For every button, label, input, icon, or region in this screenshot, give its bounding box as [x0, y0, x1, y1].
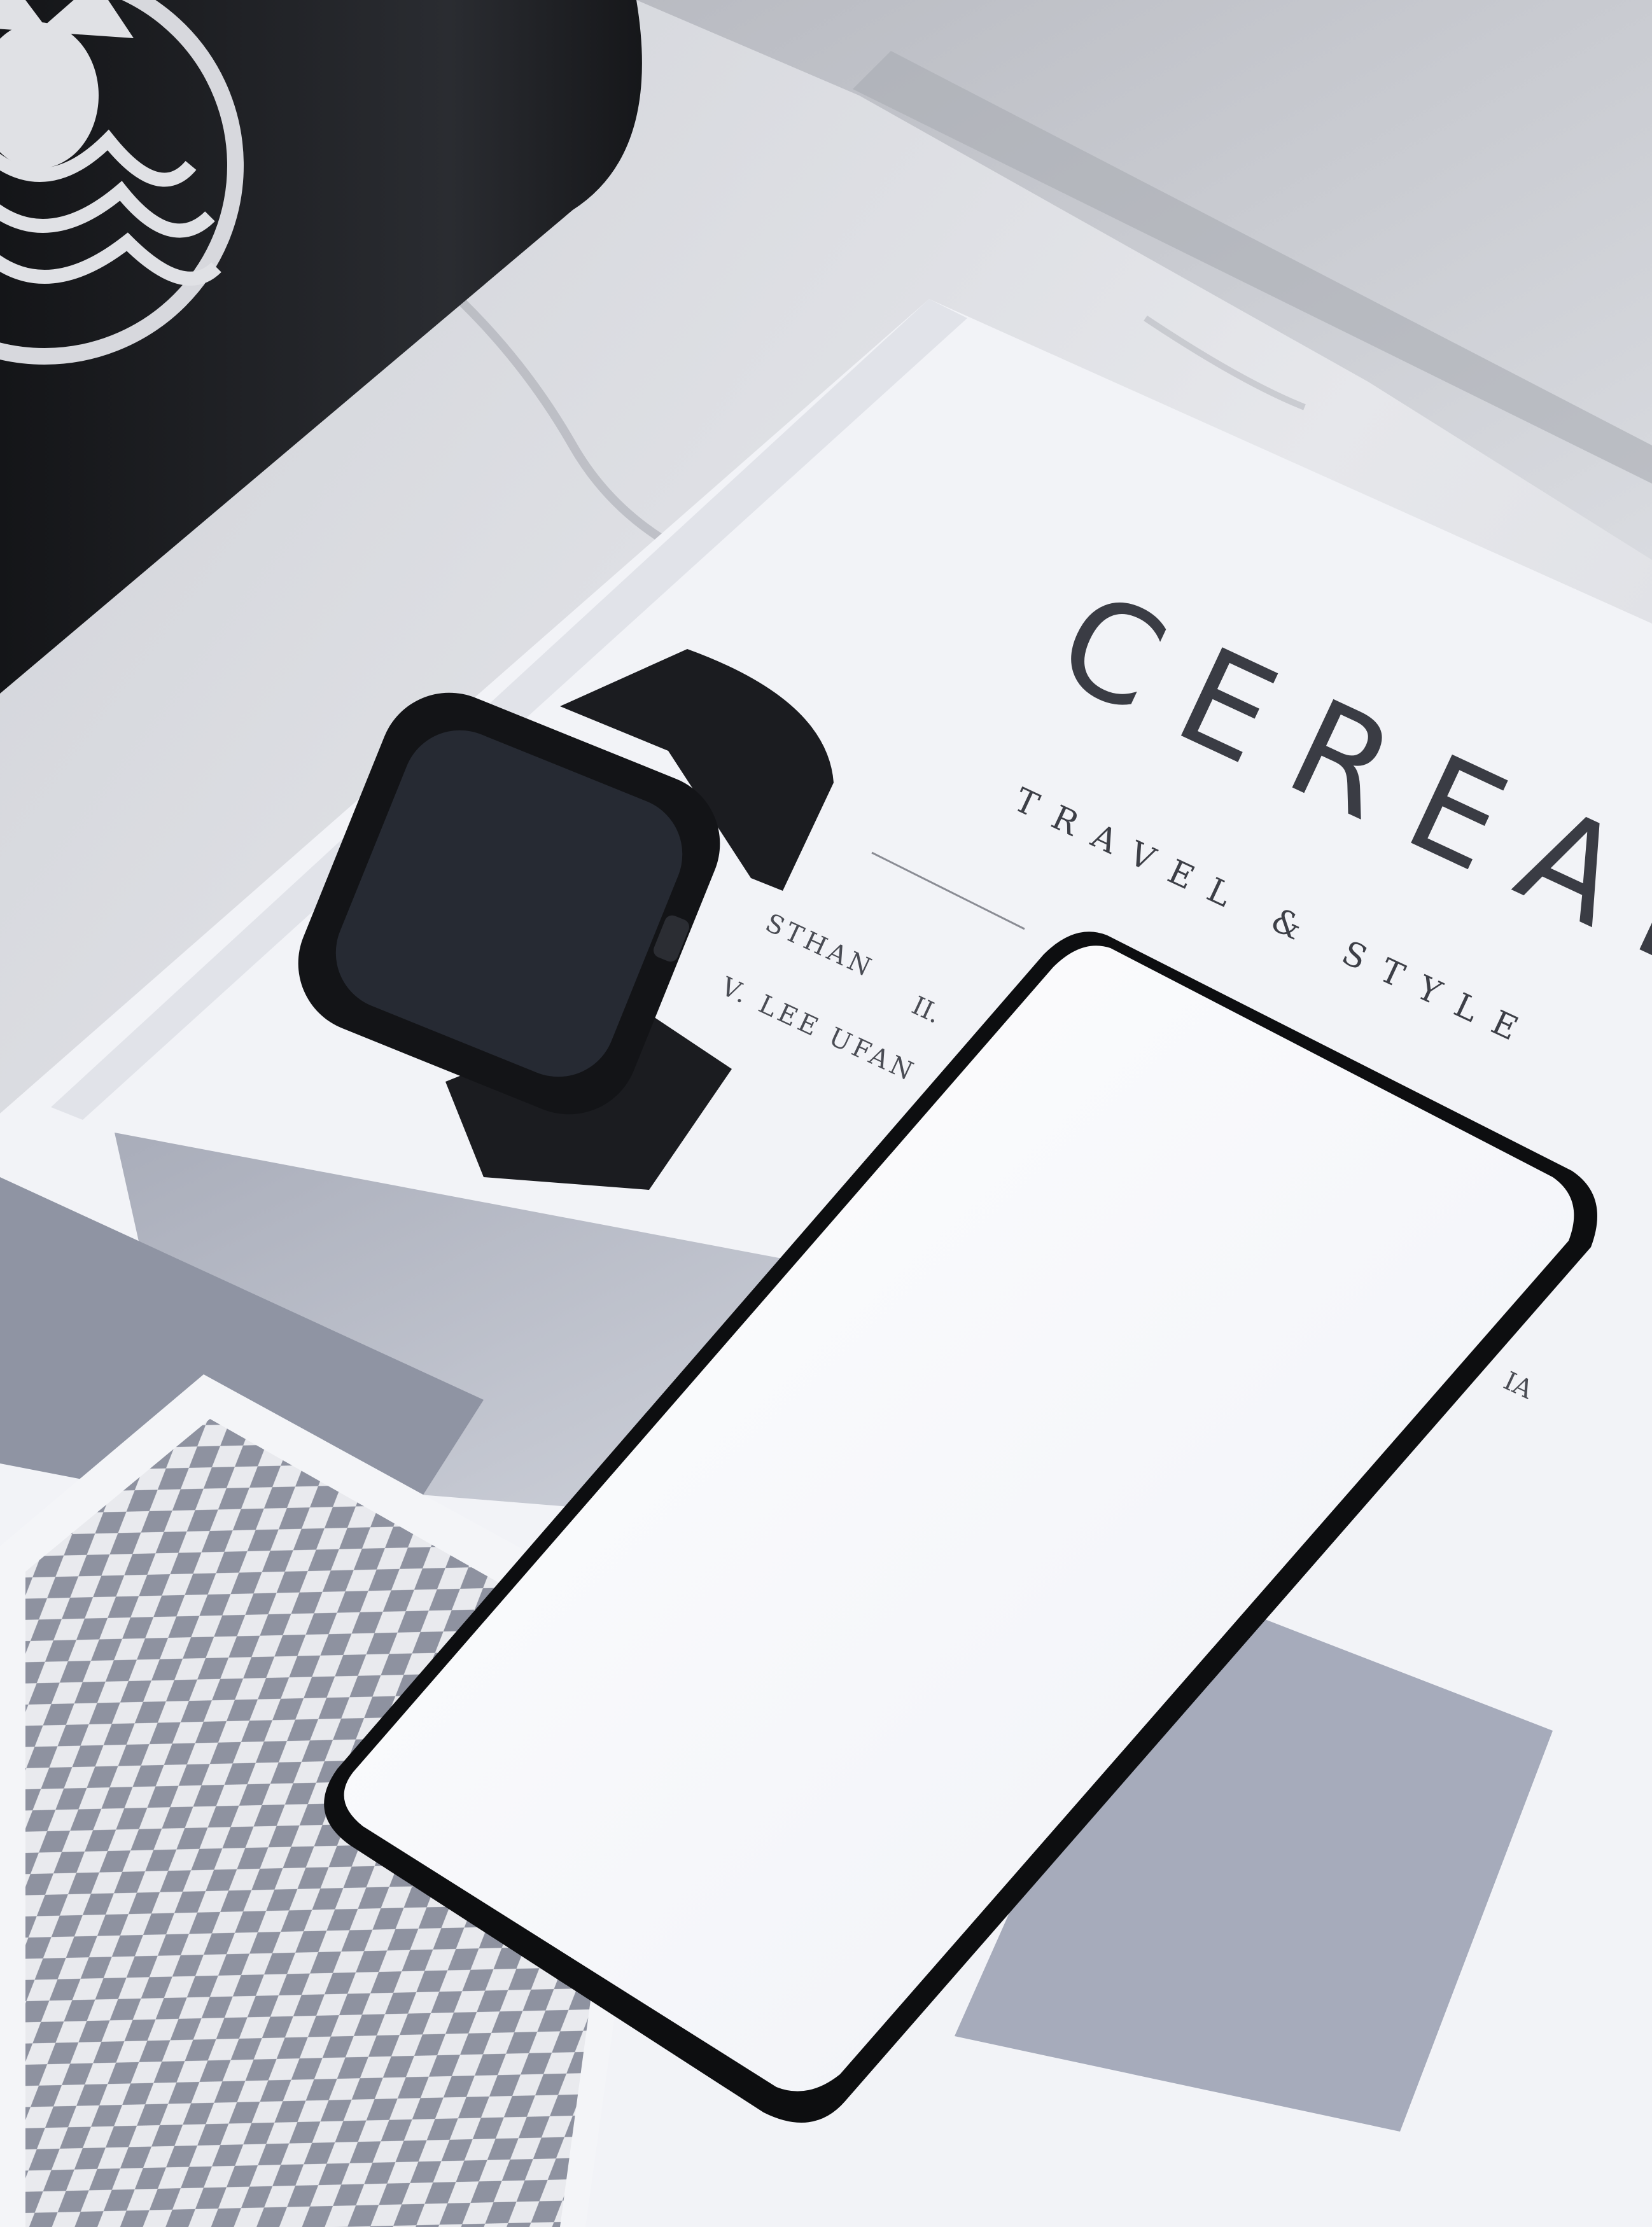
photo-scene: CEREAL TRAVEL & STYLE STHAN II. V. LEE U… [0, 0, 1652, 2227]
scene-svg: CEREAL TRAVEL & STYLE STHAN II. V. LEE U… [0, 0, 1652, 2227]
